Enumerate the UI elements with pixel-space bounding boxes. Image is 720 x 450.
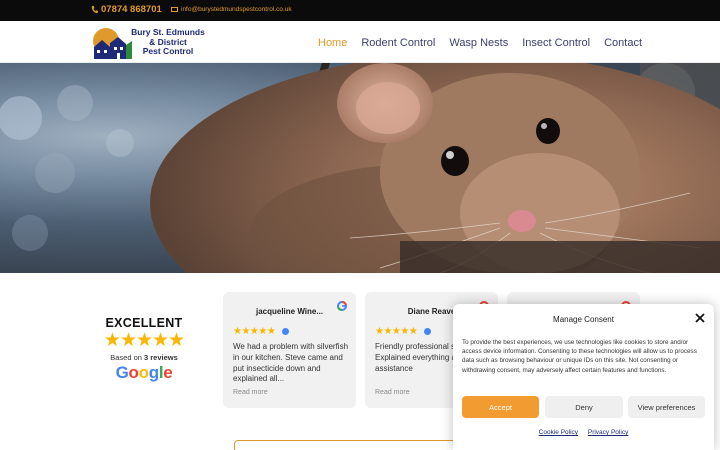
view-preferences-button[interactable]: View preferences bbox=[628, 396, 705, 418]
nav-item-home[interactable]: Home bbox=[318, 37, 347, 49]
phone-link[interactable]: 07874 868701 bbox=[91, 4, 162, 15]
email-link[interactable]: info@burystedmundspestcontrol.co.uk bbox=[171, 6, 292, 13]
nav-item-insect-control[interactable]: Insect Control bbox=[522, 37, 590, 49]
based-on-prefix: Based on bbox=[110, 353, 144, 362]
google-logo: Google bbox=[115, 363, 173, 382]
rat-photo bbox=[0, 63, 720, 273]
mail-icon bbox=[171, 7, 178, 12]
google-g-icon bbox=[337, 301, 347, 311]
logo-text: Bury St. Edmunds & District Pest Control bbox=[128, 27, 208, 57]
nav-item-rodent-control[interactable]: Rodent Control bbox=[361, 37, 435, 49]
nav-item-wasp-nests[interactable]: Wasp Nests bbox=[449, 37, 508, 49]
hero-image bbox=[0, 63, 720, 273]
review-count-text: Based on 3 reviews bbox=[100, 353, 188, 362]
review-summary: EXCELLENT ★★★★★ Based on 3 reviews Googl… bbox=[100, 316, 188, 383]
site-logo[interactable]: Bury St. Edmunds & District Pest Control bbox=[92, 25, 207, 59]
main-nav: Home Rodent Control Wasp Nests Insect Co… bbox=[318, 37, 642, 49]
consent-links: Cookie Policy Privacy Policy bbox=[453, 429, 714, 436]
phone-icon bbox=[91, 6, 98, 14]
cookie-policy-link[interactable]: Cookie Policy bbox=[539, 429, 578, 436]
review-card[interactable]: jacqueline Wine... ★★★★★ We had a proble… bbox=[223, 292, 356, 408]
review-text: We had a problem with silverfish in our … bbox=[233, 342, 349, 384]
verified-icon bbox=[282, 328, 289, 335]
privacy-policy-link[interactable]: Privacy Policy bbox=[588, 429, 628, 436]
review-stars: ★★★★★ bbox=[375, 326, 418, 337]
rating-word: EXCELLENT bbox=[105, 316, 183, 330]
summary-stars: ★★★★★ bbox=[103, 330, 185, 351]
email-address: info@burystedmundspestcontrol.co.uk bbox=[181, 6, 292, 13]
deny-button[interactable]: Deny bbox=[545, 396, 623, 418]
consent-body: To provide the best experiences, we use … bbox=[462, 339, 697, 374]
cta-button[interactable] bbox=[234, 440, 464, 450]
nav-item-contact[interactable]: Contact bbox=[604, 37, 642, 49]
verified-icon bbox=[424, 328, 431, 335]
logo-line-3: Pest Control bbox=[142, 46, 194, 56]
read-more-link[interactable]: Read more bbox=[375, 389, 410, 396]
phone-number: 07874 868701 bbox=[101, 4, 162, 15]
close-icon[interactable] bbox=[695, 313, 705, 323]
review-stars: ★★★★★ bbox=[233, 326, 276, 337]
consent-dialog: Manage Consent To provide the best exper… bbox=[453, 304, 714, 450]
review-count[interactable]: 3 reviews bbox=[144, 353, 178, 362]
consent-title: Manage Consent bbox=[553, 315, 614, 324]
top-bar: 07874 868701 info@burystedmundspestcontr… bbox=[0, 0, 720, 21]
accept-button[interactable]: Accept bbox=[462, 396, 539, 418]
read-more-link[interactable]: Read more bbox=[233, 389, 268, 396]
site-header: Bury St. Edmunds & District Pest Control… bbox=[0, 21, 720, 63]
